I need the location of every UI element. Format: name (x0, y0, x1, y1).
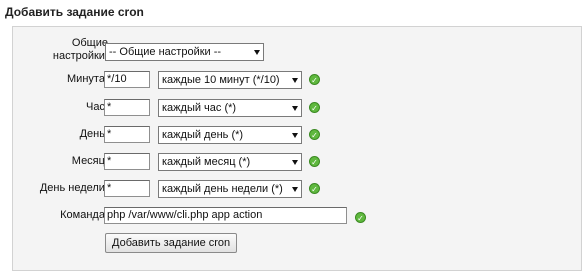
check-circle-icon: ✓ (309, 183, 320, 194)
common-settings-select-value: -- Общие настройки -- (109, 46, 222, 58)
chevron-down-icon (292, 187, 298, 192)
hour-input[interactable]: * (104, 99, 150, 116)
common-settings-label-line1: Общие (71, 37, 108, 49)
check-circle-icon: ✓ (309, 102, 320, 113)
minute-select[interactable]: каждые 10 минут (*/10) (158, 71, 302, 89)
weekday-input[interactable]: * (104, 180, 150, 197)
row-weekday: День недели: * каждый день недели (*) ✓ (13, 178, 581, 198)
minute-input[interactable]: */10 (104, 71, 150, 88)
chevron-down-icon (292, 160, 298, 165)
weekday-label: День недели: (39, 182, 108, 194)
row-command: Команда: php /var/www/cli.php app action… (13, 205, 581, 225)
hour-select-value: каждый час (*) (162, 102, 237, 114)
check-circle-icon: ✓ (309, 156, 320, 167)
row-hour: Час: * каждый час (*) ✓ (13, 97, 581, 117)
form-title: Добавить задание cron (5, 5, 144, 19)
hour-select[interactable]: каждый час (*) (158, 99, 302, 117)
month-select[interactable]: каждый месяц (*) (158, 153, 302, 171)
row-day: День: * каждый день (*) ✓ (13, 124, 581, 144)
check-circle-icon: ✓ (309, 129, 320, 140)
check-circle-icon: ✓ (309, 74, 320, 85)
weekday-select[interactable]: каждый день недели (*) (158, 180, 302, 198)
command-label: Команда: (60, 209, 108, 221)
minute-select-value: каждые 10 минут (*/10) (162, 74, 280, 86)
common-settings-label: Общие настройки: (53, 37, 108, 63)
month-select-value: каждый месяц (*) (162, 156, 251, 168)
row-minute: Минута: */10 каждые 10 минут (*/10) ✓ (13, 69, 581, 89)
chevron-down-icon (292, 78, 298, 83)
month-input[interactable]: * (104, 153, 150, 170)
day-select-value: каждый день (*) (162, 129, 244, 141)
row-month: Месяц: * каждый месяц (*) ✓ (13, 151, 581, 171)
chevron-down-icon (254, 50, 260, 55)
common-settings-label-line2: настройки: (52, 50, 108, 62)
weekday-select-value: каждый день недели (*) (162, 183, 283, 195)
add-cron-job-button[interactable]: Добавить задание cron (105, 233, 238, 253)
chevron-down-icon (292, 106, 298, 111)
day-select[interactable]: каждый день (*) (158, 126, 302, 144)
minute-label: Минута: (67, 73, 108, 85)
common-settings-select[interactable]: -- Общие настройки -- (105, 43, 264, 61)
row-common-settings: Общие настройки: -- Общие настройки -- (13, 37, 581, 62)
command-input[interactable]: php /var/www/cli.php app action (104, 207, 347, 224)
check-circle-icon: ✓ (355, 212, 366, 223)
month-label: Месяц: (71, 155, 108, 167)
day-input[interactable]: * (104, 126, 150, 143)
cron-form-panel: Общие настройки: -- Общие настройки -- М… (12, 26, 582, 271)
chevron-down-icon (292, 133, 298, 138)
